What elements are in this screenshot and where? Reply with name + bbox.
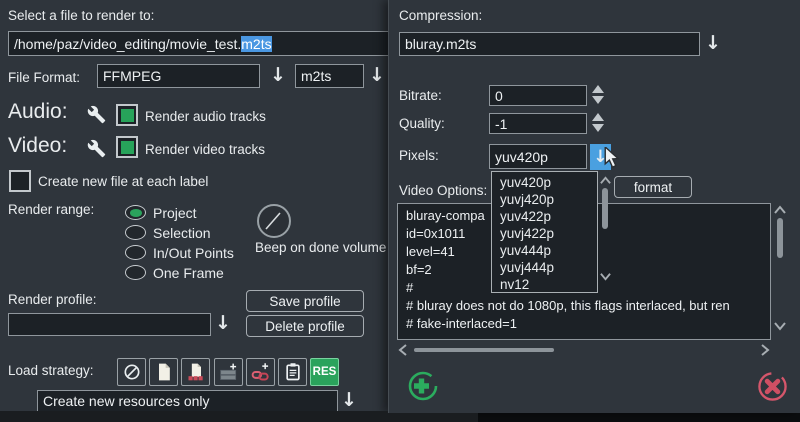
desktop-background	[388, 413, 478, 422]
scroll-up-icon[interactable]	[773, 204, 787, 216]
scroll-left-icon[interactable]	[397, 343, 409, 357]
radio-selection[interactable]	[125, 225, 146, 240]
vertical-scrollbar-thumb[interactable]	[777, 218, 783, 258]
chain-plus-icon	[251, 362, 271, 382]
paste-insertion-button[interactable]	[278, 358, 307, 386]
render-profile-dropdown-icon[interactable]: ↓	[215, 312, 231, 334]
save-profile-button[interactable]: Save profile	[246, 290, 364, 312]
radio-one-frame[interactable]	[125, 265, 146, 280]
plus-icon	[407, 370, 439, 402]
beep-volume-label: Beep on done volume	[255, 240, 388, 255]
clipboard-icon	[283, 362, 303, 382]
checkbox-checked-mark	[121, 141, 134, 154]
render-dialog: Select a file to render to: /home/paz/vi…	[0, 0, 388, 411]
tracks-plus-icon	[219, 362, 239, 382]
load-nothing-button[interactable]	[117, 358, 146, 386]
output-path-selected-text: m2ts	[241, 36, 271, 52]
dropdown-item[interactable]: yuvj420p	[492, 191, 597, 208]
beep-volume-dial[interactable]	[256, 203, 292, 239]
bitrate-spinner[interactable]	[592, 85, 604, 104]
extension-input[interactable]: m2ts	[295, 64, 364, 88]
render-audio-label: Render audio tracks	[145, 109, 266, 124]
dropdown-item[interactable]: yuvj422p	[492, 225, 597, 242]
cancel-button[interactable]	[757, 371, 788, 402]
pixels-label: Pixels:	[399, 148, 439, 163]
load-strategy-label: Load strategy:	[8, 363, 94, 378]
create-resources-button[interactable]: RES	[310, 358, 339, 386]
render-profile-input[interactable]	[8, 313, 211, 336]
scroll-down-icon[interactable]	[773, 320, 787, 332]
spinner-up-icon	[592, 113, 604, 121]
spinner-up-icon	[592, 85, 604, 93]
file-format-input[interactable]: FFMPEG	[97, 64, 260, 88]
dropdown-item[interactable]: nv12	[492, 276, 597, 293]
video-options-label: Video Options:	[399, 183, 487, 198]
radio-selection-label: Selection	[153, 225, 211, 241]
ok-button[interactable]	[407, 370, 439, 402]
quality-label: Quality:	[399, 116, 445, 131]
spinner-down-icon	[592, 96, 604, 104]
dropdown-scroll-up-icon[interactable]	[599, 175, 612, 186]
compression-input[interactable]: bluray.m2ts	[399, 32, 700, 56]
pixel-format-dropdown-list: yuv420p yuvj420p yuv422p yuvj422p yuv444…	[491, 171, 598, 293]
scroll-right-icon[interactable]	[759, 343, 771, 357]
delete-profile-button[interactable]: Delete profile	[246, 315, 364, 337]
video-wrench-icon[interactable]	[87, 139, 106, 158]
dropdown-item[interactable]: yuv444p	[492, 242, 597, 259]
horizontal-scrollbar-thumb[interactable]	[414, 348, 554, 352]
compression-dropdown-icon[interactable]: ↓	[705, 32, 721, 54]
null-circle-icon	[122, 362, 142, 382]
load-strategy-dropdown-icon[interactable]: ↓	[341, 389, 357, 411]
pixels-input[interactable]: yuv420p	[489, 144, 587, 169]
extension-dropdown-icon[interactable]: ↓	[369, 64, 385, 86]
dropdown-scroll-down-icon[interactable]	[599, 271, 612, 282]
compression-label: Compression:	[399, 8, 482, 23]
checkbox-checked-mark	[121, 109, 134, 122]
option-line: # fake-interlaced=1	[406, 315, 762, 333]
render-video-label: Render video tracks	[145, 142, 265, 157]
quality-input[interactable]: -1	[489, 113, 587, 134]
render-audio-checkbox[interactable]	[116, 104, 138, 126]
radio-project-label: Project	[153, 205, 197, 221]
option-line: # bluray does not do 1080p, this flags i…	[406, 297, 762, 315]
audio-wrench-icon[interactable]	[87, 105, 106, 124]
bitrate-label: Bitrate:	[399, 88, 442, 103]
render-range-label: Render range:	[8, 202, 94, 217]
render-profile-label: Render profile:	[8, 292, 97, 307]
dropdown-item[interactable]: yuv422p	[492, 208, 597, 225]
file-format-label: File Format:	[8, 70, 80, 85]
replace-project-button[interactable]	[149, 358, 178, 386]
render-video-checkbox[interactable]	[116, 136, 138, 158]
radio-selected-dot	[130, 209, 142, 217]
desktop-background	[0, 411, 388, 422]
dropdown-item[interactable]: yuvj444p	[492, 259, 597, 276]
quality-spinner[interactable]	[592, 113, 604, 132]
new-file-icon	[154, 362, 174, 382]
video-preset-dialog: Compression: bluray.m2ts ↓ Bitrate: 0 Qu…	[388, 0, 800, 413]
bitrate-input[interactable]: 0	[489, 85, 587, 106]
dropdown-item[interactable]: yuv420p	[492, 174, 597, 191]
select-file-label: Select a file to render to:	[8, 8, 154, 23]
output-path-input[interactable]: /home/paz/video_editing/movie_test.m2ts	[8, 31, 388, 56]
radio-one-frame-label: One Frame	[153, 265, 224, 281]
new-file-each-label-label: Create new file at each label	[38, 174, 208, 189]
concatenate-tracks-button[interactable]	[246, 358, 275, 386]
load-strategy-select[interactable]: Create new resources only	[37, 390, 338, 411]
replace-concatenate-button[interactable]	[181, 358, 210, 386]
append-new-tracks-button[interactable]	[214, 358, 243, 386]
dropdown-scrollbar-thumb[interactable]	[602, 188, 608, 229]
file-format-dropdown-icon[interactable]: ↓	[270, 64, 286, 86]
file-tracks-icon	[186, 362, 206, 382]
output-path-text: /home/paz/video_editing/movie_test.	[14, 36, 241, 52]
radio-project[interactable]	[125, 205, 146, 220]
new-file-each-label-checkbox[interactable]	[9, 170, 31, 192]
video-label: Video:	[8, 134, 67, 158]
spinner-down-icon	[592, 124, 604, 132]
audio-label: Audio:	[8, 100, 68, 124]
radio-inout-points[interactable]	[125, 245, 146, 260]
radio-inout-points-label: In/Out Points	[153, 245, 234, 261]
close-x-icon	[757, 371, 788, 402]
format-button[interactable]: format	[614, 176, 692, 198]
mouse-cursor	[603, 147, 623, 169]
